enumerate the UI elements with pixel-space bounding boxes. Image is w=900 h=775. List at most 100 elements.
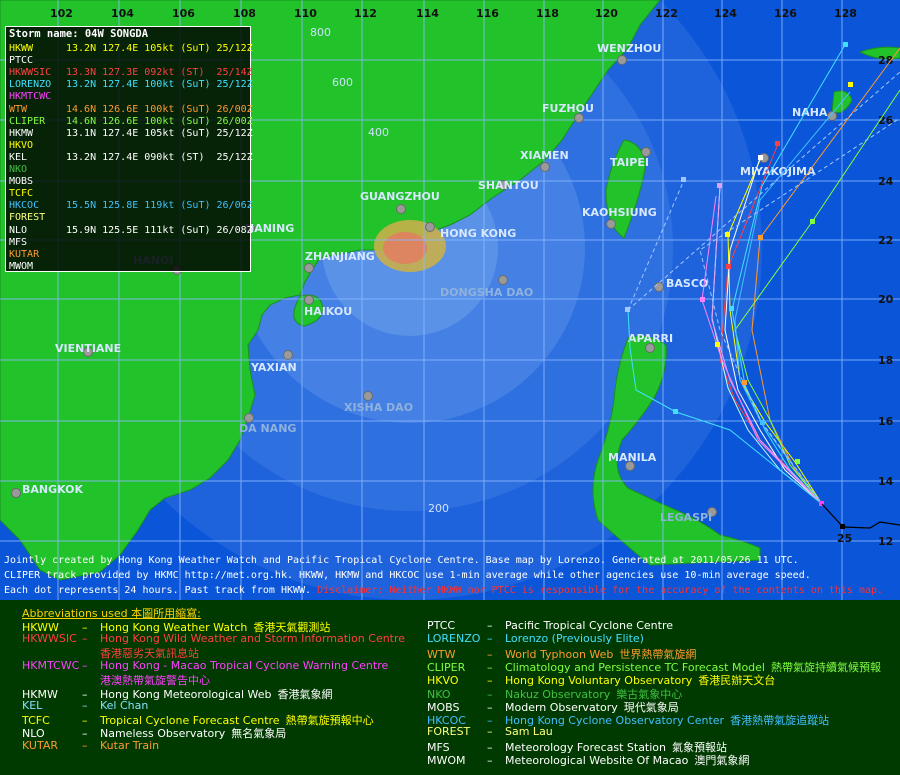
- longitude-tick-label: 126: [774, 7, 797, 20]
- agency-code: TCFC: [9, 188, 34, 200]
- place-label: YAXIAN: [250, 361, 297, 374]
- legend-dash: –: [82, 658, 88, 672]
- legend-chinese: 香港民辦天文台: [698, 674, 776, 688]
- agency-code: WTW: [9, 103, 28, 115]
- forecast-row: PTCC: [6, 55, 250, 67]
- abbreviation-legend: Abbreviations used 本圖所用縮寫: HKWW – Hong Kon…: [0, 600, 900, 775]
- longitude-tick-label: 128: [834, 7, 857, 20]
- place-dot: [363, 391, 373, 401]
- legend-dash: –: [487, 725, 493, 739]
- agency-code: KUTAR: [9, 248, 40, 260]
- forecast-row: HKMW 13.1N 127.4E 105kt (SuT) 25/12Z: [6, 127, 253, 140]
- longitude-tick-label: 108: [233, 7, 256, 20]
- forecast-row: KEL 13.2N 127.4E 090kt (ST) 25/12Z: [6, 151, 253, 164]
- agency-code: HKMW: [9, 127, 34, 139]
- disclaimer: Disclaimer: Neither HKWW nor PTCC is res…: [317, 585, 884, 596]
- legend-chinese: 熱帶氣旋預報中心: [285, 714, 374, 728]
- agency-forecast: 13.2N 127.4E 105kt (SuT) 25/12Z: [66, 43, 253, 55]
- place-label: GUANGZHOU: [360, 190, 440, 203]
- legend-chinese: 無名氣象局: [231, 727, 287, 741]
- past-track-dot: [840, 524, 845, 529]
- ring-label-600: 600: [332, 76, 353, 89]
- legend-chinese: 香港熱帶氣旋追蹤站: [730, 714, 830, 728]
- agency-code: MOBS: [9, 176, 34, 188]
- longitude-tick-label: 120: [595, 7, 618, 20]
- longitude-tick-label: 122: [655, 7, 678, 20]
- forecast-row: TCFC: [6, 188, 250, 200]
- place-dot: [617, 55, 627, 65]
- longitude-tick-label: 110: [294, 7, 317, 20]
- legend-name: Hong Kong - Macao Tropical Cyclone Warni…: [100, 658, 389, 672]
- ring-label-400: 400: [368, 126, 389, 139]
- forecast-row: CLIPER 14.6N 126.6E 100kt (SuT) 26/00Z: [6, 115, 253, 128]
- longitude-tick-label: 124: [714, 7, 737, 20]
- place-dot: [304, 263, 314, 273]
- forecast-row: FOREST: [6, 212, 250, 224]
- longitude-tick-label: 118: [536, 7, 559, 20]
- legend-name: Hong Kong Wild Weather and Storm Informa…: [100, 632, 406, 646]
- legend-abbr: FOREST: [427, 725, 471, 739]
- place-label: HAIKOU: [304, 305, 352, 318]
- legend-name: Meteorological Website Of Macao: [505, 754, 689, 767]
- longitude-tick-label: 116: [476, 7, 499, 20]
- storm-name: Storm name: 04W SONGDA: [9, 28, 149, 40]
- agency-code: CLIPER: [9, 115, 46, 127]
- legend-abbr: HKWWSIC: [22, 632, 77, 646]
- agency-code: NKO: [9, 164, 28, 176]
- legend-dash: –: [82, 738, 88, 752]
- place-label: BASCO: [666, 277, 708, 290]
- legend-name: Sam Lau: [505, 725, 553, 739]
- place-dot: [304, 295, 314, 305]
- place-label: TAIPEI: [610, 156, 649, 169]
- latitude-tick-label: 18: [878, 354, 893, 367]
- place-dot: [606, 219, 616, 229]
- agency-forecast: 14.6N 126.6E 100kt (SuT) 26/00Z: [66, 115, 253, 127]
- agency-forecast: 15.9N 125.5E 111kt (SuT) 26/08Z: [66, 224, 253, 236]
- legend-abbr: KEL: [22, 698, 43, 712]
- place-dot: [11, 488, 21, 498]
- longitude-tick-label: 112: [354, 7, 377, 20]
- agency-forecast: 15.5N 125.8E 119kt (SuT) 26/06Z: [66, 200, 253, 212]
- place-label: ZHANJIANG: [305, 250, 375, 263]
- place-label: MANILA: [608, 451, 657, 464]
- agency-code: HKMTCWC: [9, 91, 52, 103]
- legend-name: Kel Chan: [100, 698, 149, 712]
- agency-forecast: 13.1N 127.4E 105kt (SuT) 25/12Z: [66, 127, 253, 139]
- agency-forecast: 14.6N 126.6E 100kt (SuT) 26/00Z: [66, 103, 253, 115]
- legend-dash: –: [487, 632, 493, 646]
- agency-code: MFS: [9, 236, 28, 248]
- agency-forecast: 13.2N 127.4E 090kt (ST) 25/12Z: [66, 151, 253, 163]
- place-dot: [283, 350, 293, 360]
- agency-code: HKWW: [9, 43, 34, 55]
- agency-code: KEL: [9, 151, 28, 163]
- past-track-label: 25: [837, 532, 852, 545]
- legend-abbr: PTCC: [427, 619, 456, 632]
- place-label: KAOHSIUNG: [582, 206, 657, 219]
- agency-code: MWOM: [9, 260, 34, 272]
- latitude-tick-label: 12: [878, 535, 893, 548]
- place-label: LEGASPI: [660, 511, 712, 524]
- latitude-tick-label: 22: [878, 234, 893, 247]
- place-label: XISHA DAO: [344, 401, 413, 414]
- agency-code: HKCOC: [9, 200, 40, 212]
- forecast-row: MFS: [6, 237, 250, 249]
- legend-chinese: 香港氣象網: [277, 687, 333, 701]
- place-label: WENZHOU: [597, 42, 661, 55]
- agency-code: PTCC: [9, 55, 34, 67]
- place-label: SHANTOU: [478, 179, 539, 192]
- map-notes: Jointly created by Hong Kong Weather Wat…: [4, 553, 900, 598]
- forecast-row: NLO 15.9N 125.5E 111kt (SuT) 26/08Z: [6, 224, 253, 237]
- legend-abbr: LORENZO: [427, 632, 481, 646]
- agency-forecast: 13.2N 127.4E 100kt (SuT) 25/12Z: [66, 79, 253, 91]
- note-line-2: CLIPER track provided by HKMC http://met…: [4, 570, 811, 581]
- legend-abbr: HKMTCWC: [22, 658, 80, 672]
- legend-entry: HKWWSIC – Hong Kong Wild Weather and Storm…: [22, 632, 405, 645]
- forecast-row: HKCOC 15.5N 125.8E 119kt (SuT) 26/06Z: [6, 200, 253, 212]
- place-label: XIAMEN: [520, 149, 569, 162]
- place-dot: [425, 222, 435, 232]
- storm-info-panel: Storm name: 04W SONGDA HKWW 13.2N 127.4E …: [5, 26, 253, 272]
- latitude-tick-label: 20: [878, 293, 894, 306]
- legend-entry: FOREST – Sam Lau: [427, 725, 553, 738]
- latitude-tick-label: 16: [878, 415, 894, 428]
- forecast-row: LORENZO 13.2N 127.4E 100kt (SuT) 25/12Z: [6, 79, 253, 91]
